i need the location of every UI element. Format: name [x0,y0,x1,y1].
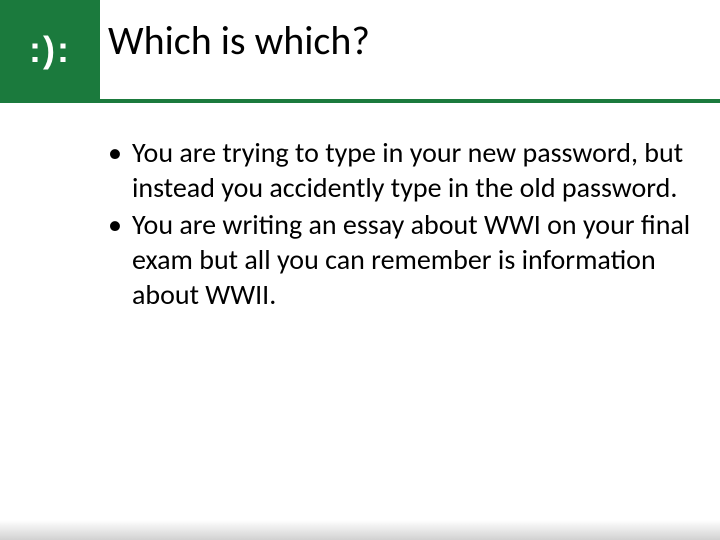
list-item: You are trying to type in your new passw… [108,135,696,205]
logo-icon: :): [29,29,71,71]
slide: :): Which is which? You are trying to ty… [0,0,720,540]
title-area: Which is which? [108,16,710,86]
header: :): Which is which? [0,0,720,100]
footer-shadow [0,520,720,540]
divider-line [0,99,720,103]
bullet-list: You are trying to type in your new passw… [108,135,696,312]
slide-title: Which is which? [108,16,710,65]
list-item: You are writing an essay about WWI on yo… [108,207,696,312]
body: You are trying to type in your new passw… [108,135,696,314]
logo-block: :): [0,0,100,100]
